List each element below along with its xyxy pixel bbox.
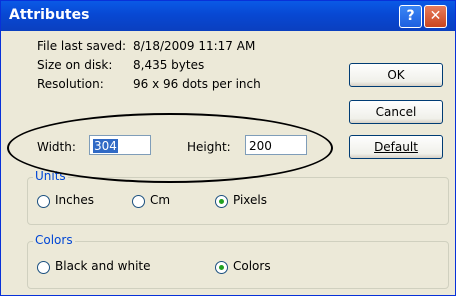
size-on-disk-value: 8,435 bytes bbox=[133, 58, 205, 72]
radio-pixels-selected-dot bbox=[219, 199, 224, 204]
radio-pixels[interactable] bbox=[215, 195, 228, 208]
attributes-dialog: Attributes ? ✕ File last saved: 8/18/200… bbox=[0, 0, 456, 296]
radio-cm[interactable] bbox=[132, 195, 145, 208]
radio-colors-selected-dot bbox=[219, 265, 224, 270]
width-label-text: Width: bbox=[37, 140, 76, 154]
radio-inches-label[interactable]: Inches bbox=[55, 193, 94, 207]
radio-black-and-white-label[interactable]: Black and white bbox=[55, 259, 151, 273]
help-icon: ? bbox=[406, 8, 415, 24]
colors-group-label: Colors bbox=[33, 233, 75, 247]
size-on-disk-label: Size on disk: bbox=[37, 58, 113, 72]
radio-pixels-label[interactable]: Pixels bbox=[233, 193, 267, 207]
width-input[interactable]: 304 bbox=[89, 135, 151, 155]
dialog-title: Attributes bbox=[9, 7, 90, 23]
last-saved-label: File last saved: bbox=[37, 39, 127, 53]
radio-inches[interactable] bbox=[37, 195, 50, 208]
last-saved-value: 8/18/2009 11:17 AM bbox=[133, 39, 256, 53]
width-label: Width: bbox=[37, 140, 76, 154]
default-button-label: Default bbox=[374, 140, 418, 154]
ok-button[interactable]: OK bbox=[349, 63, 443, 87]
close-icon: ✕ bbox=[429, 8, 442, 24]
resolution-label: Resolution: bbox=[37, 77, 104, 91]
height-label: Height: bbox=[187, 140, 231, 154]
help-button[interactable]: ? bbox=[399, 5, 422, 28]
height-input[interactable]: 200 bbox=[245, 135, 307, 155]
radio-black-and-white[interactable] bbox=[37, 261, 50, 274]
radio-colors-label[interactable]: Colors bbox=[233, 259, 271, 273]
title-bar[interactable]: Attributes ? ✕ bbox=[1, 1, 455, 31]
height-input-value: 200 bbox=[249, 139, 272, 153]
close-button[interactable]: ✕ bbox=[424, 5, 447, 28]
cancel-button[interactable]: Cancel bbox=[349, 100, 443, 124]
resolution-value: 96 x 96 dots per inch bbox=[133, 77, 261, 91]
width-input-value: 304 bbox=[93, 139, 118, 153]
default-button[interactable]: Default bbox=[349, 135, 443, 159]
units-group-label: Units bbox=[33, 169, 68, 183]
radio-cm-label[interactable]: Cm bbox=[150, 193, 170, 207]
radio-colors[interactable] bbox=[215, 261, 228, 274]
